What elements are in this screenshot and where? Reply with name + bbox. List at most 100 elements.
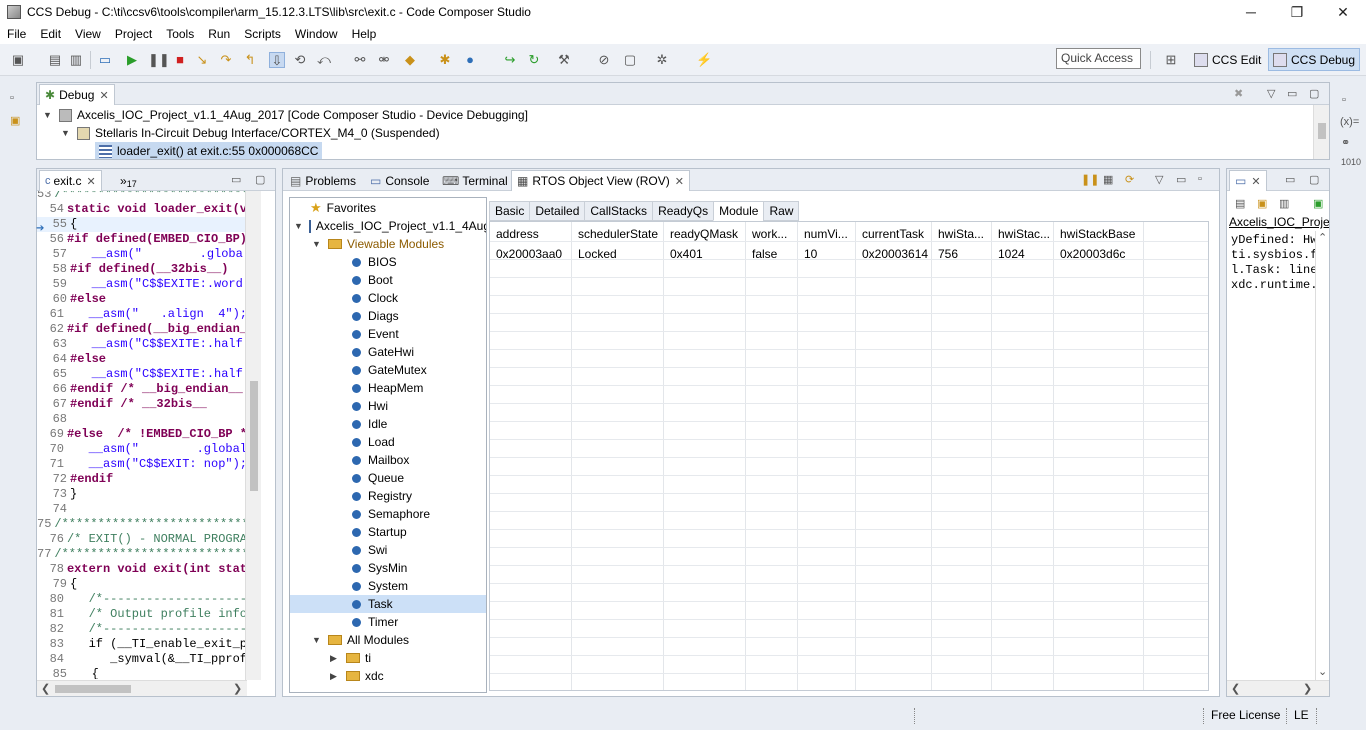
minimize-view-icon[interactable]: ▭: [231, 173, 241, 186]
table-cell[interactable]: 0x20003d6c: [1060, 244, 1142, 264]
tree-module-idle[interactable]: Idle: [290, 415, 486, 433]
menu-view[interactable]: View: [68, 27, 108, 41]
tree-module-hwi[interactable]: Hwi: [290, 397, 486, 415]
settings-icon[interactable]: ✲: [654, 52, 670, 68]
editor-vscroll[interactable]: [245, 191, 261, 680]
rov-tab-raw[interactable]: Raw: [763, 201, 800, 221]
tab-console[interactable]: ▭ Console: [365, 170, 434, 191]
table-cell[interactable]: false: [752, 244, 796, 264]
table-cell[interactable]: 0x20003614: [862, 244, 930, 264]
rov-tab-basic[interactable]: Basic: [489, 201, 531, 221]
tab-overflow[interactable]: » 17: [115, 170, 142, 191]
close-icon[interactable]: ✕: [99, 89, 108, 102]
suspend-icon[interactable]: ❚❚: [148, 52, 170, 68]
open-perspective-icon[interactable]: ⊞: [1163, 52, 1179, 68]
minimize-button[interactable]: ─: [1228, 0, 1274, 24]
instruction-step-icon[interactable]: ⇩: [269, 52, 285, 68]
scroll-left-icon[interactable]: ❮: [1231, 682, 1240, 695]
save-all-icon[interactable]: ▥: [68, 52, 84, 68]
tab-problems[interactable]: ▤ Problems: [285, 170, 361, 191]
restore-view-icon[interactable]: ▫: [1198, 173, 1202, 185]
tab-exit-c[interactable]: c exit.c ✕: [39, 170, 102, 191]
tree-module-load[interactable]: Load: [290, 433, 486, 451]
terminate-icon[interactable]: ■: [172, 52, 188, 68]
outline-tool-3-icon[interactable]: ▥: [1279, 197, 1289, 210]
outline-vscroll[interactable]: ⌃ ⌄: [1315, 231, 1329, 680]
minimize-view-icon[interactable]: ▭: [1285, 173, 1295, 186]
perspective-ccs-debug[interactable]: CCS Debug: [1268, 48, 1361, 71]
column-header[interactable]: readyQMask: [670, 224, 744, 244]
tree-module-gatemutex[interactable]: GateMutex: [290, 361, 486, 379]
debug-vscroll[interactable]: [1313, 105, 1329, 159]
menu-window[interactable]: Window: [288, 27, 345, 41]
project-explorer-icon[interactable]: ▣: [10, 114, 20, 127]
close-icon[interactable]: ✕: [1251, 175, 1260, 188]
minimize-view-icon[interactable]: ▭: [1287, 87, 1297, 100]
scroll-right-icon[interactable]: ❯: [1303, 682, 1312, 695]
restore-icon[interactable]: ▫: [10, 92, 14, 104]
stack-frame[interactable]: loader_exit() at exit.c:55 0x000068CC: [95, 142, 323, 159]
table-cell[interactable]: 756: [938, 244, 990, 264]
tree-viewable-modules[interactable]: ▼ Viewable Modules: [290, 235, 486, 253]
table-cell[interactable]: 0x20003aa0: [496, 244, 570, 264]
tree-project[interactable]: ▼ Axcelis_IOC_Project_v1.1_4Aug: [290, 217, 486, 235]
outline-hscroll[interactable]: ❮ ❯: [1227, 680, 1329, 696]
tree-favorites[interactable]: ★ Favorites: [290, 199, 486, 217]
column-header[interactable]: currentTask: [862, 224, 930, 244]
tree-package-ti[interactable]: ▶ ti: [290, 649, 486, 667]
tree-module-semaphore[interactable]: Semaphore: [290, 505, 486, 523]
scroll-thumb[interactable]: [55, 685, 131, 693]
tree-module-task[interactable]: Task: [290, 595, 486, 613]
menu-help[interactable]: Help: [345, 27, 384, 41]
scroll-right-icon[interactable]: ❯: [233, 682, 242, 695]
rov-tab-readyqs[interactable]: ReadyQs: [652, 201, 715, 221]
code-editor[interactable]: 53/**************************** 54 static …: [37, 191, 247, 679]
step-return-icon[interactable]: ↰: [242, 52, 258, 68]
window-icon[interactable]: ▢: [622, 52, 638, 68]
menu-run[interactable]: Run: [201, 27, 237, 41]
menu-tools[interactable]: Tools: [159, 27, 201, 41]
step-into-icon[interactable]: ↘: [194, 52, 210, 68]
table-view-icon[interactable]: ▦: [1103, 173, 1113, 186]
tree-module-startup[interactable]: Startup: [290, 523, 486, 541]
expand-icon[interactable]: ▶: [330, 653, 340, 664]
view-menu-icon[interactable]: ▽: [1267, 87, 1275, 100]
tree-module-registry[interactable]: Registry: [290, 487, 486, 505]
run-to-icon[interactable]: ●: [462, 52, 478, 68]
tree-module-boot[interactable]: Boot: [290, 271, 486, 289]
quick-access-field[interactable]: Quick Access: [1056, 48, 1141, 69]
expand-icon[interactable]: ▼: [312, 239, 322, 249]
outline-tool-4-icon[interactable]: ▣: [1313, 197, 1323, 210]
tree-module-heapmem[interactable]: HeapMem: [290, 379, 486, 397]
tree-module-sysmin[interactable]: SysMin: [290, 559, 486, 577]
table-cell[interactable]: Locked: [578, 244, 662, 264]
tree-module-gatehwi[interactable]: GateHwi: [290, 343, 486, 361]
close-icon[interactable]: ✕: [675, 175, 684, 188]
expand-icon[interactable]: ▶: [330, 671, 340, 682]
tree-module-mailbox[interactable]: Mailbox: [290, 451, 486, 469]
registers-icon[interactable]: 1010: [1341, 158, 1361, 167]
tab-rov[interactable]: ▦ RTOS Object View (ROV) ✕: [511, 170, 690, 191]
tree-package-xdc[interactable]: ▶ xdc: [290, 667, 486, 685]
tab-outline[interactable]: ▭ ✕: [1229, 170, 1267, 191]
column-header[interactable]: hwiStac...: [998, 224, 1052, 244]
outline-tool-2-icon[interactable]: ▣: [1257, 197, 1267, 210]
column-header[interactable]: numVi...: [804, 224, 854, 244]
column-header[interactable]: address: [496, 224, 570, 244]
scroll-thumb[interactable]: [250, 381, 258, 491]
remove-terminated-icon[interactable]: ✖: [1234, 87, 1243, 100]
scroll-up-icon[interactable]: ⌃: [1318, 231, 1327, 244]
tree-all-modules[interactable]: ▼ All Modules: [290, 631, 486, 649]
perspective-ccs-edit[interactable]: CCS Edit: [1190, 48, 1265, 71]
reset-icon[interactable]: ⟲: [292, 52, 308, 68]
minimize-view-icon[interactable]: ▭: [1176, 173, 1186, 186]
menu-file[interactable]: File: [0, 27, 33, 41]
menu-scripts[interactable]: Scripts: [237, 27, 288, 41]
save-icon[interactable]: ▤: [47, 52, 63, 68]
build-icon[interactable]: ⚒: [556, 52, 572, 68]
close-button[interactable]: ✕: [1320, 0, 1366, 24]
maximize-view-icon[interactable]: ▢: [255, 173, 265, 186]
expand-icon[interactable]: ▼: [43, 110, 53, 120]
wand-icon[interactable]: ⚡: [696, 52, 712, 68]
outline-tool-1-icon[interactable]: ▤: [1235, 197, 1245, 210]
